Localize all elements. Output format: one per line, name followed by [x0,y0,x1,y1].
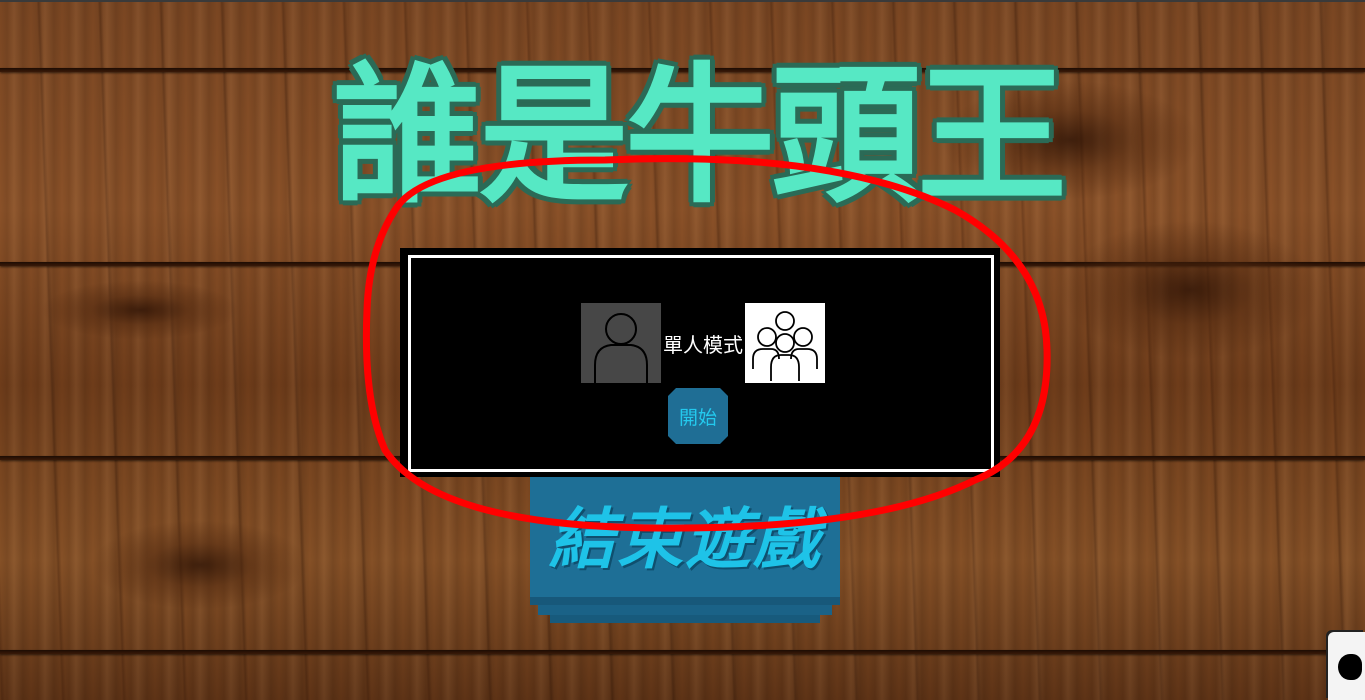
start-button[interactable]: 開始 [668,388,728,444]
start-label: 開始 [678,407,717,429]
corner-widget[interactable] [1328,632,1365,700]
wood-knot [1060,220,1320,360]
single-person-icon[interactable] [581,303,661,383]
music-note-icon [1338,654,1362,680]
game-title: 誰是牛頭王 [332,50,1067,224]
plank-divider [0,650,1365,654]
top-border [0,0,1365,2]
exit-game-button[interactable]: 結束遊戲 [530,470,840,623]
mode-selector: 單人模式 [581,303,825,383]
mode-label: 單人模式 [663,332,743,357]
exit-game-label: 結束遊戲 [549,500,821,578]
group-people-icon[interactable] [745,303,825,383]
wood-knot [40,280,240,340]
wood-knot [90,520,310,610]
